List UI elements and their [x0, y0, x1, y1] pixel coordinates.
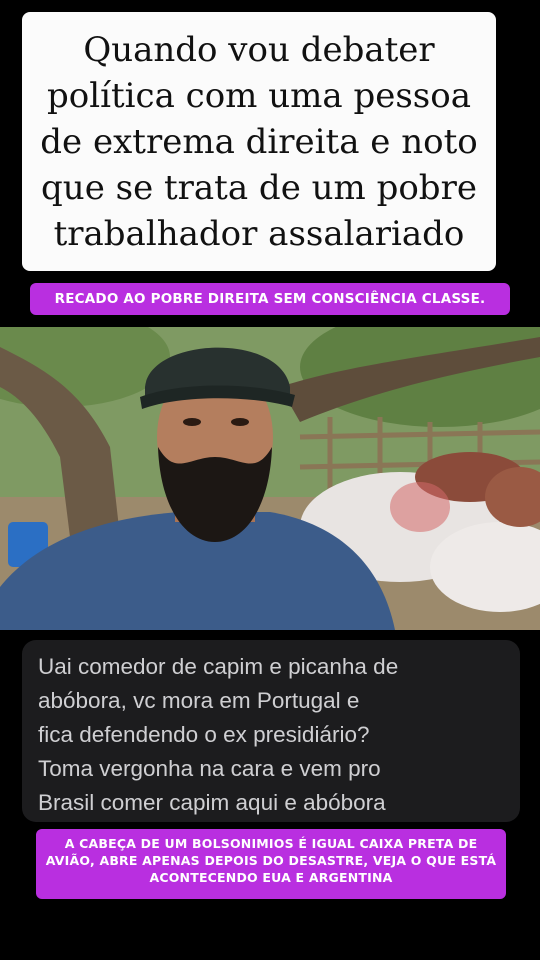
video-frame-photo — [0, 327, 540, 630]
headline-card: Quando vou debater política com uma pess… — [22, 12, 496, 271]
comment-text: Uai comedor de capim e picanha de abóbor… — [38, 654, 399, 815]
top-banner: RECADO AO POBRE DIREITA SEM CONSCIÊNCIA … — [30, 283, 510, 315]
bottom-banner: A CABEÇA DE UM BOLSONIMIOS É IGUAL CAIXA… — [36, 829, 506, 899]
headline-text: Quando vou debater política com uma pess… — [40, 29, 478, 254]
comment-screenshot: Uai comedor de capim e picanha de abóbor… — [22, 640, 520, 822]
